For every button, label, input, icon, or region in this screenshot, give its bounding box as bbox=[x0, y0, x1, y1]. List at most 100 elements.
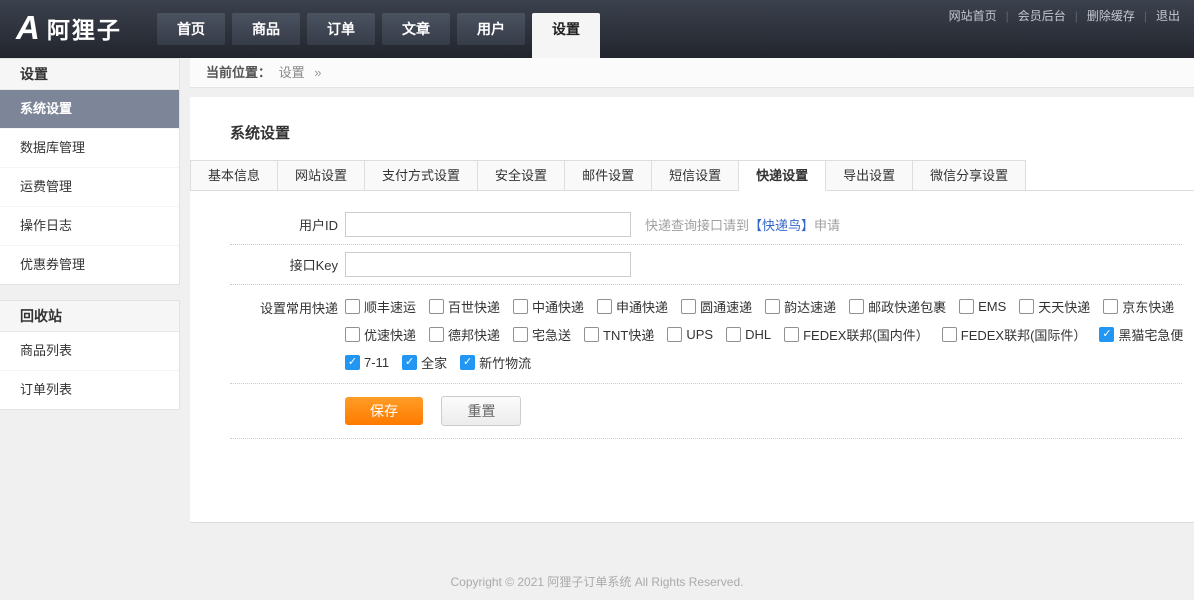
courier-option-1-7[interactable]: FEDEX联邦(国际件） bbox=[942, 325, 1087, 344]
save-button[interactable]: 保存 bbox=[345, 397, 423, 425]
settings-tab-6[interactable]: 快递设置 bbox=[739, 160, 826, 191]
courier-option-label: FEDEX联邦(国际件） bbox=[961, 325, 1087, 344]
courier-checkbox[interactable]: ✓ bbox=[1099, 327, 1114, 342]
courier-option-1-1[interactable]: 德邦快递 bbox=[429, 325, 500, 344]
courier-checkbox[interactable] bbox=[959, 299, 974, 314]
courier-option-label: TNT快递 bbox=[603, 325, 654, 344]
sidebar-item-1-0[interactable]: 商品列表 bbox=[0, 332, 179, 371]
courier-checkbox[interactable] bbox=[942, 327, 957, 342]
app-logo[interactable]: A 阿狸子 bbox=[16, 8, 122, 48]
courier-checkbox[interactable] bbox=[429, 327, 444, 342]
courier-option-1-4[interactable]: UPS bbox=[667, 327, 713, 342]
top-link-divider: | bbox=[1006, 9, 1009, 23]
courier-option-0-4[interactable]: 圆通速递 bbox=[681, 297, 752, 316]
settings-tab-2[interactable]: 支付方式设置 bbox=[365, 160, 478, 191]
courier-option-label: 7-11 bbox=[364, 355, 389, 370]
courier-checkbox[interactable] bbox=[1019, 299, 1034, 314]
courier-option-2-1[interactable]: ✓全家 bbox=[402, 353, 447, 372]
courier-line-1: 优速快递德邦快递宅急送 TNT快递 UPS DHL FEDEX联邦(国内件） FEDEX联… bbox=[345, 320, 1194, 348]
courier-option-label: 申通快递 bbox=[616, 297, 668, 316]
api-key-input[interactable] bbox=[345, 252, 631, 277]
logo-a-icon: A bbox=[16, 8, 40, 48]
courier-checkbox[interactable] bbox=[513, 327, 528, 342]
courier-option-2-2[interactable]: ✓新竹物流 bbox=[460, 353, 531, 372]
courier-option-0-1[interactable]: 百世快递 bbox=[429, 297, 500, 316]
main-nav-item-3[interactable]: 文章 bbox=[382, 13, 450, 45]
top-header: A 阿狸子 网站首页|会员后台|删除缓存|退出 首页商品订单文章用户设置 bbox=[0, 0, 1194, 58]
sidebar-item-0-0[interactable]: 系统设置 bbox=[0, 90, 179, 129]
breadcrumb-current-link[interactable]: 设置 bbox=[279, 65, 305, 80]
sidebar-item-0-1[interactable]: 数据库管理 bbox=[0, 129, 179, 168]
courier-checkbox[interactable] bbox=[345, 299, 360, 314]
courier-checkbox[interactable]: ✓ bbox=[402, 355, 417, 370]
courier-option-0-5[interactable]: 韵达速递 bbox=[765, 297, 836, 316]
courier-option-label: DHL bbox=[745, 327, 771, 342]
sidebar-item-0-3[interactable]: 操作日志 bbox=[0, 207, 179, 246]
main-nav-item-2[interactable]: 订单 bbox=[307, 13, 375, 45]
settings-tab-5[interactable]: 短信设置 bbox=[652, 160, 739, 191]
courier-checkbox[interactable] bbox=[345, 327, 360, 342]
express-settings-form: 用户ID 快递查询接口请到【快递鸟】申请 接口Key 设置常用快递 顺丰速运百世… bbox=[230, 205, 1182, 439]
courier-option-1-6[interactable]: FEDEX联邦(国内件） bbox=[784, 325, 929, 344]
courier-option-0-8[interactable]: 天天快递 bbox=[1019, 297, 1090, 316]
courier-checkbox[interactable] bbox=[513, 299, 528, 314]
main-nav-item-4[interactable]: 用户 bbox=[457, 13, 525, 45]
courier-option-0-2[interactable]: 中通快递 bbox=[513, 297, 584, 316]
settings-tab-8[interactable]: 微信分享设置 bbox=[913, 160, 1026, 191]
courier-checkbox[interactable] bbox=[726, 327, 741, 342]
courier-option-label: 邮政快递包裹 bbox=[868, 297, 946, 316]
top-link-2[interactable]: 删除缓存 bbox=[1087, 9, 1135, 23]
courier-option-label: 圆通速递 bbox=[700, 297, 752, 316]
settings-tab-7[interactable]: 导出设置 bbox=[826, 160, 913, 191]
courier-option-0-0[interactable]: 顺丰速运 bbox=[345, 297, 416, 316]
settings-tab-4[interactable]: 邮件设置 bbox=[565, 160, 652, 191]
kuaidiniao-link[interactable]: 【快递鸟】 bbox=[749, 218, 814, 233]
courier-checkbox[interactable] bbox=[681, 299, 696, 314]
courier-option-2-0[interactable]: ✓ 7-11 bbox=[345, 355, 389, 370]
courier-option-label: 天天快递 bbox=[1038, 297, 1090, 316]
courier-checkbox[interactable] bbox=[667, 327, 682, 342]
breadcrumb: 当前位置： 设置 » bbox=[190, 58, 1194, 88]
courier-option-1-5[interactable]: DHL bbox=[726, 327, 771, 342]
courier-option-1-0[interactable]: 优速快递 bbox=[345, 325, 416, 344]
courier-checkbox[interactable] bbox=[597, 299, 612, 314]
sidebar-section-title-0: 设置 bbox=[0, 59, 179, 90]
main-nav-item-1[interactable]: 商品 bbox=[232, 13, 300, 45]
api-hint: 快递查询接口请到【快递鸟】申请 bbox=[645, 215, 840, 234]
sidebar-item-1-1[interactable]: 订单列表 bbox=[0, 371, 179, 409]
courier-checkbox[interactable] bbox=[784, 327, 799, 342]
courier-option-label: 京东快递 bbox=[1122, 297, 1174, 316]
user-id-input[interactable] bbox=[345, 212, 631, 237]
courier-checkbox[interactable]: ✓ bbox=[460, 355, 475, 370]
courier-option-label: UPS bbox=[686, 327, 713, 342]
courier-option-0-6[interactable]: 邮政快递包裹 bbox=[849, 297, 946, 316]
courier-checkbox[interactable] bbox=[765, 299, 780, 314]
sidebar-section-title-1: 回收站 bbox=[0, 301, 179, 332]
courier-option-1-3[interactable]: TNT快递 bbox=[584, 325, 654, 344]
settings-tab-0[interactable]: 基本信息 bbox=[190, 160, 278, 191]
courier-checkbox[interactable] bbox=[584, 327, 599, 342]
top-link-3[interactable]: 退出 bbox=[1156, 9, 1180, 23]
settings-tab-3[interactable]: 安全设置 bbox=[478, 160, 565, 191]
courier-option-1-8[interactable]: ✓黑猫宅急便 bbox=[1099, 325, 1183, 344]
courier-option-0-7[interactable]: EMS bbox=[959, 299, 1006, 314]
main-nav-item-5[interactable]: 设置 bbox=[532, 13, 600, 58]
courier-checkbox[interactable]: ✓ bbox=[345, 355, 360, 370]
settings-tab-1[interactable]: 网站设置 bbox=[278, 160, 365, 191]
top-link-0[interactable]: 网站首页 bbox=[949, 9, 997, 23]
courier-option-label: 韵达速递 bbox=[784, 297, 836, 316]
courier-option-0-9[interactable]: 京东快递 bbox=[1103, 297, 1174, 316]
courier-option-0-3[interactable]: 申通快递 bbox=[597, 297, 668, 316]
courier-option-1-2[interactable]: 宅急送 bbox=[513, 325, 571, 344]
sidebar-item-0-2[interactable]: 运费管理 bbox=[0, 168, 179, 207]
top-link-1[interactable]: 会员后台 bbox=[1018, 9, 1066, 23]
sidebar-item-0-4[interactable]: 优惠券管理 bbox=[0, 246, 179, 284]
courier-option-label: FEDEX联邦(国内件） bbox=[803, 325, 929, 344]
reset-button[interactable]: 重置 bbox=[441, 396, 521, 426]
courier-option-label: 中通快递 bbox=[532, 297, 584, 316]
main-nav-item-0[interactable]: 首页 bbox=[157, 13, 225, 45]
logo-text: 阿狸子 bbox=[47, 11, 122, 45]
courier-checkbox[interactable] bbox=[429, 299, 444, 314]
courier-checkbox[interactable] bbox=[1103, 299, 1118, 314]
courier-checkbox[interactable] bbox=[849, 299, 864, 314]
